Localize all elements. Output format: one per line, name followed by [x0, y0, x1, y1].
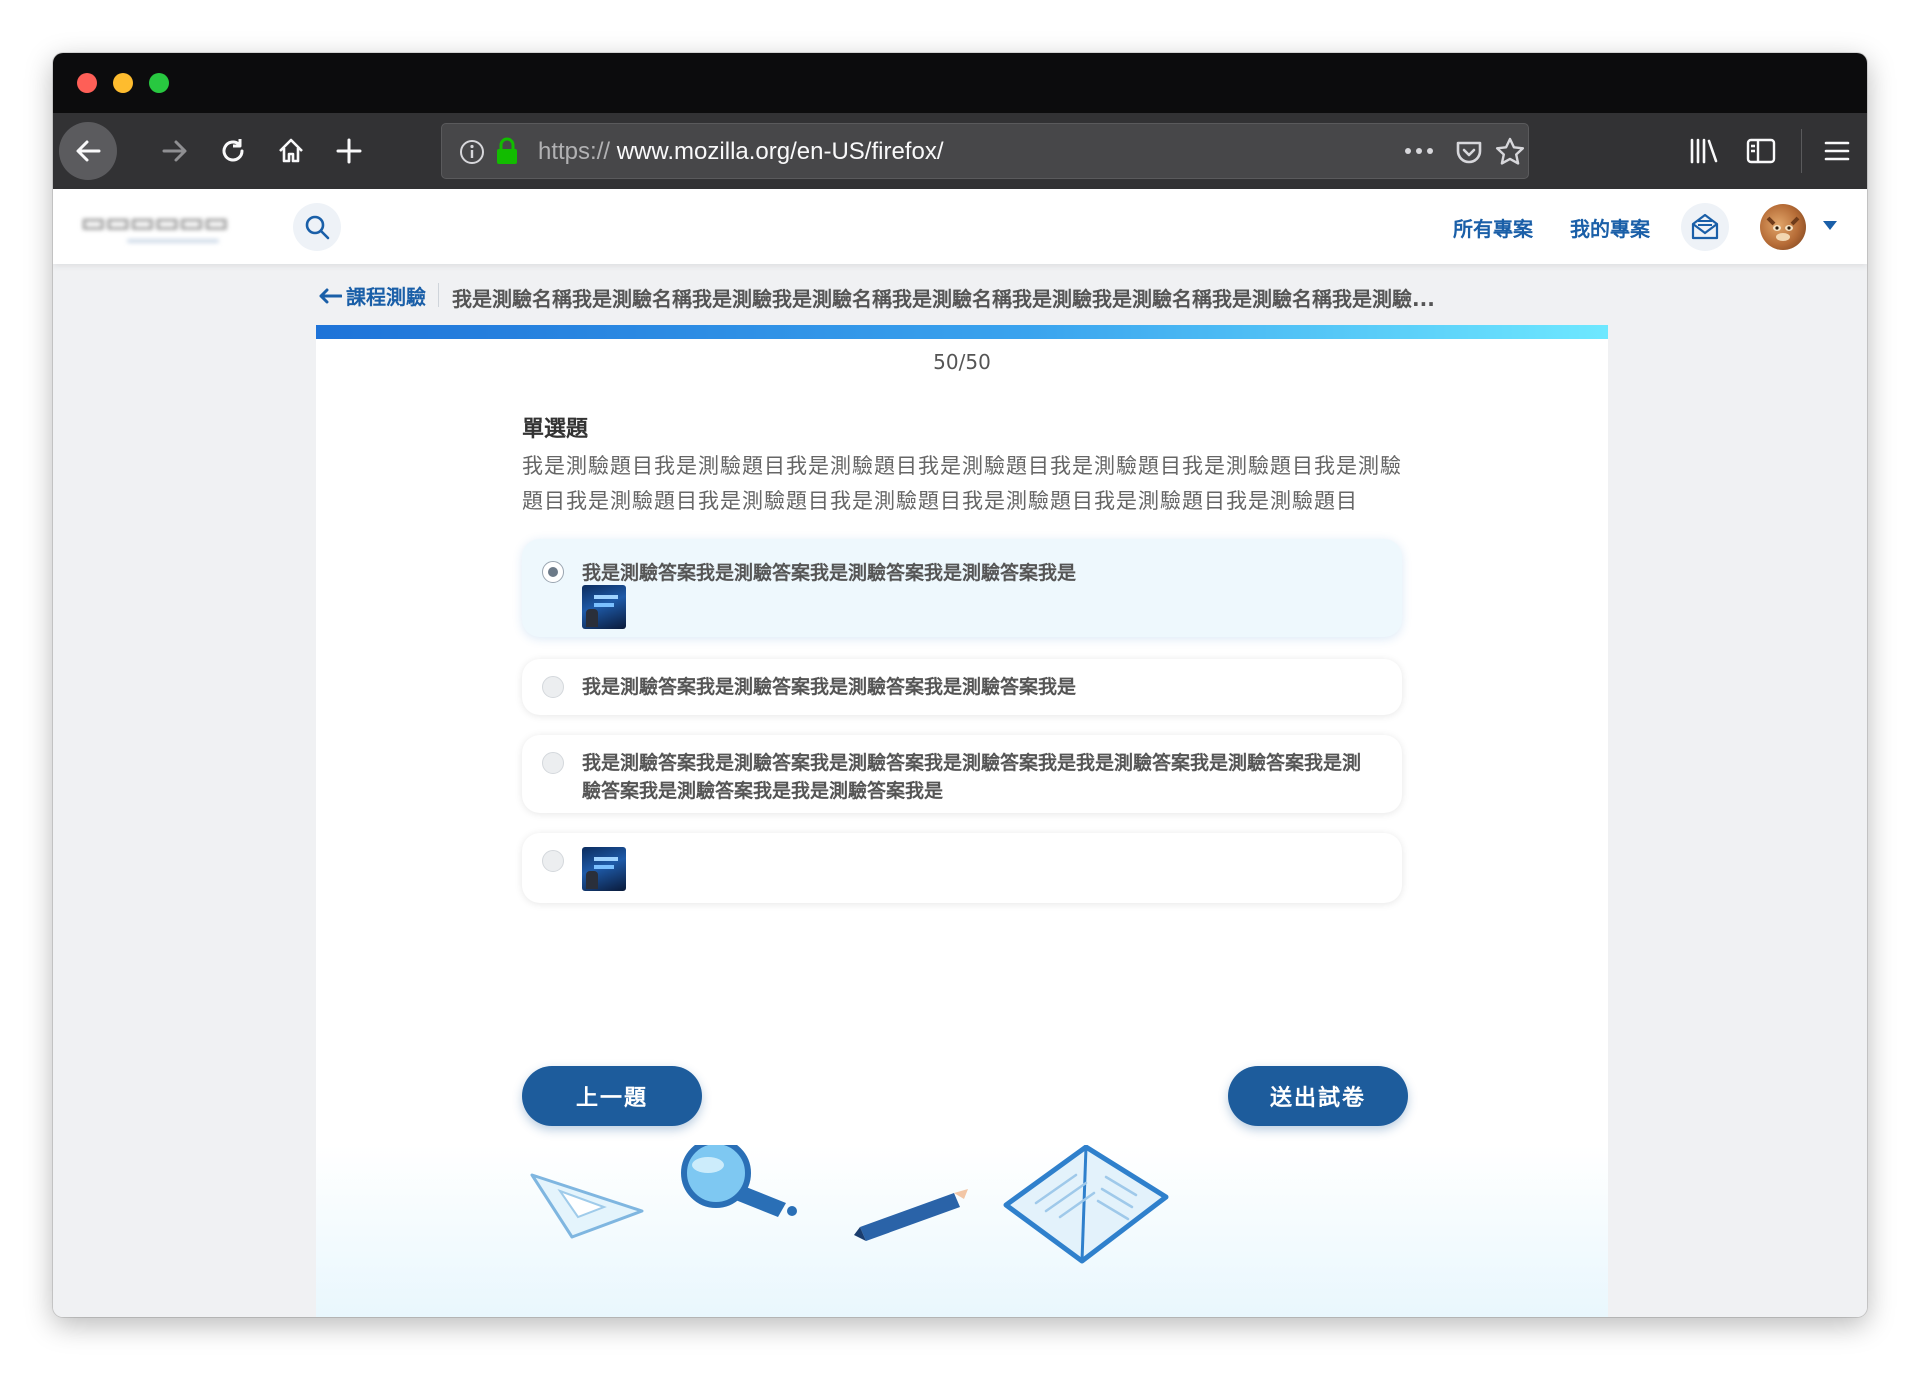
- radio-button[interactable]: [542, 676, 564, 698]
- pencil-illustration: [854, 1189, 968, 1241]
- quiz-card: 50/50 單選題 我是測驗題目我是測驗題目我是測驗題目我是測驗題目我是測驗題目…: [316, 325, 1608, 1317]
- reload-icon: [222, 139, 244, 162]
- open-book-illustration: [1003, 1145, 1169, 1264]
- answer-option[interactable]: 我是測驗答案我是測驗答案我是測驗答案我是測驗答案我是: [522, 659, 1402, 715]
- back-button[interactable]: [59, 122, 117, 180]
- url-scheme: https://: [538, 138, 611, 165]
- submit-quiz-button[interactable]: 送出試卷: [1228, 1066, 1408, 1126]
- forward-button[interactable]: [149, 125, 201, 177]
- answer-option[interactable]: 我是測驗答案我是測驗答案我是測驗答案我是測驗答案我是我是測驗答案我是測驗答案我是…: [522, 735, 1402, 813]
- radio-button[interactable]: [542, 850, 564, 872]
- footer-illustration: [316, 1145, 1608, 1317]
- new-tab-icon: [336, 138, 362, 164]
- messages-button[interactable]: [1681, 203, 1729, 251]
- more-icon[interactable]: [1404, 146, 1434, 156]
- cat-avatar-icon: [1766, 216, 1800, 241]
- logo-underline: [127, 239, 219, 243]
- back-arrow-icon: [76, 140, 101, 162]
- logo-wordmark-blurred: ▭▭▭▭▭▭: [81, 207, 229, 237]
- user-avatar[interactable]: [1760, 204, 1806, 250]
- bookmark-star-icon[interactable]: [1494, 136, 1526, 168]
- hamburger-menu-icon: [1824, 141, 1850, 161]
- answer-option-text: 我是測驗答案我是測驗答案我是測驗答案我是測驗答案我是: [582, 562, 1077, 584]
- sidebar-button[interactable]: [1735, 125, 1787, 177]
- home-icon: [279, 138, 303, 163]
- quiz-title: 我是測驗名稱我是測驗名稱我是測驗我是測驗名稱我是測驗名稱我是測驗我是測驗名稱我是…: [452, 287, 1435, 311]
- title-bar: [53, 53, 1867, 113]
- nav-my-projects[interactable]: 我的專案: [1570, 213, 1650, 242]
- nav-all-projects[interactable]: 所有專案: [1453, 213, 1533, 242]
- search-button[interactable]: [293, 203, 341, 251]
- page-content: ▭▭▭▭▭▭ 所有專案 我的專案 課程測驗 我是測驗名稱我是測驗名稱我是測驗我是…: [53, 189, 1867, 1317]
- menu-button[interactable]: [1811, 125, 1863, 177]
- radio-button-selected[interactable]: [542, 561, 564, 583]
- quiz-progress-bar: [316, 325, 1608, 339]
- answer-option-text: 我是測驗答案我是測驗答案我是測驗答案我是測驗答案我是: [582, 676, 1077, 698]
- new-tab-button[interactable]: [323, 125, 375, 177]
- library-button[interactable]: [1677, 125, 1729, 177]
- magnifier-illustration: [681, 1145, 797, 1217]
- minimize-window-button[interactable]: [113, 73, 133, 93]
- answer-option-text: 我是測驗答案我是測驗答案我是測驗答案我是測驗答案我是我是測驗答案我是測驗答案我是…: [582, 752, 1362, 802]
- app-header: ▭▭▭▭▭▭ 所有專案 我的專案: [53, 189, 1867, 264]
- toolbar-separator: [1801, 129, 1802, 173]
- pocket-icon[interactable]: [1454, 137, 1484, 167]
- close-window-button[interactable]: [77, 73, 97, 93]
- left-arrow-icon: [319, 288, 342, 303]
- reload-button[interactable]: [207, 125, 259, 177]
- answer-option[interactable]: [522, 833, 1402, 903]
- forward-arrow-icon: [162, 140, 187, 162]
- back-link-label: 課程測驗: [346, 285, 426, 309]
- question-text: 我是測驗題目我是測驗題目我是測驗題目我是測驗題目我是測驗題目我是測驗題目我是測驗…: [522, 454, 1402, 513]
- lock-icon[interactable]: [494, 136, 520, 166]
- chevron-down-icon[interactable]: [1823, 221, 1837, 230]
- url-text[interactable]: https:// www.mozilla.org/en-US/firefox/: [538, 138, 943, 166]
- back-to-course-quiz-link[interactable]: 課程測驗: [318, 281, 426, 310]
- browser-window: https:// www.mozilla.org/en-US/firefox/ …: [53, 53, 1867, 1317]
- set-square-illustration: [530, 1173, 644, 1239]
- radio-button[interactable]: [542, 752, 564, 774]
- breadcrumb-divider: [438, 283, 439, 307]
- question-counter: 50/50: [933, 350, 991, 374]
- mail-icon: [1691, 213, 1719, 240]
- answer-option[interactable]: 我是測驗答案我是測驗答案我是測驗答案我是測驗答案我是: [522, 539, 1402, 637]
- zoom-window-button[interactable]: [149, 73, 169, 93]
- info-icon[interactable]: [458, 138, 486, 166]
- question-type: 單選題: [522, 417, 589, 442]
- previous-question-button[interactable]: 上一題: [522, 1066, 702, 1126]
- sidebar-icon: [1746, 138, 1776, 164]
- answer-image-thumbnail: [582, 847, 626, 891]
- url-host-path: www.mozilla.org/en-US/firefox/: [616, 138, 944, 165]
- answer-image-thumbnail: [582, 585, 626, 629]
- breadcrumb: 課程測驗 我是測驗名稱我是測驗名稱我是測驗我是測驗名稱我是測驗名稱我是測驗我是測…: [318, 281, 1618, 313]
- site-logo[interactable]: ▭▭▭▭▭▭: [81, 207, 251, 247]
- browser-toolbar: https:// www.mozilla.org/en-US/firefox/: [53, 113, 1867, 189]
- address-bar[interactable]: https:// www.mozilla.org/en-US/firefox/: [441, 123, 1529, 179]
- library-icon: [1690, 138, 1718, 164]
- search-icon: [305, 215, 330, 240]
- home-button[interactable]: [265, 125, 317, 177]
